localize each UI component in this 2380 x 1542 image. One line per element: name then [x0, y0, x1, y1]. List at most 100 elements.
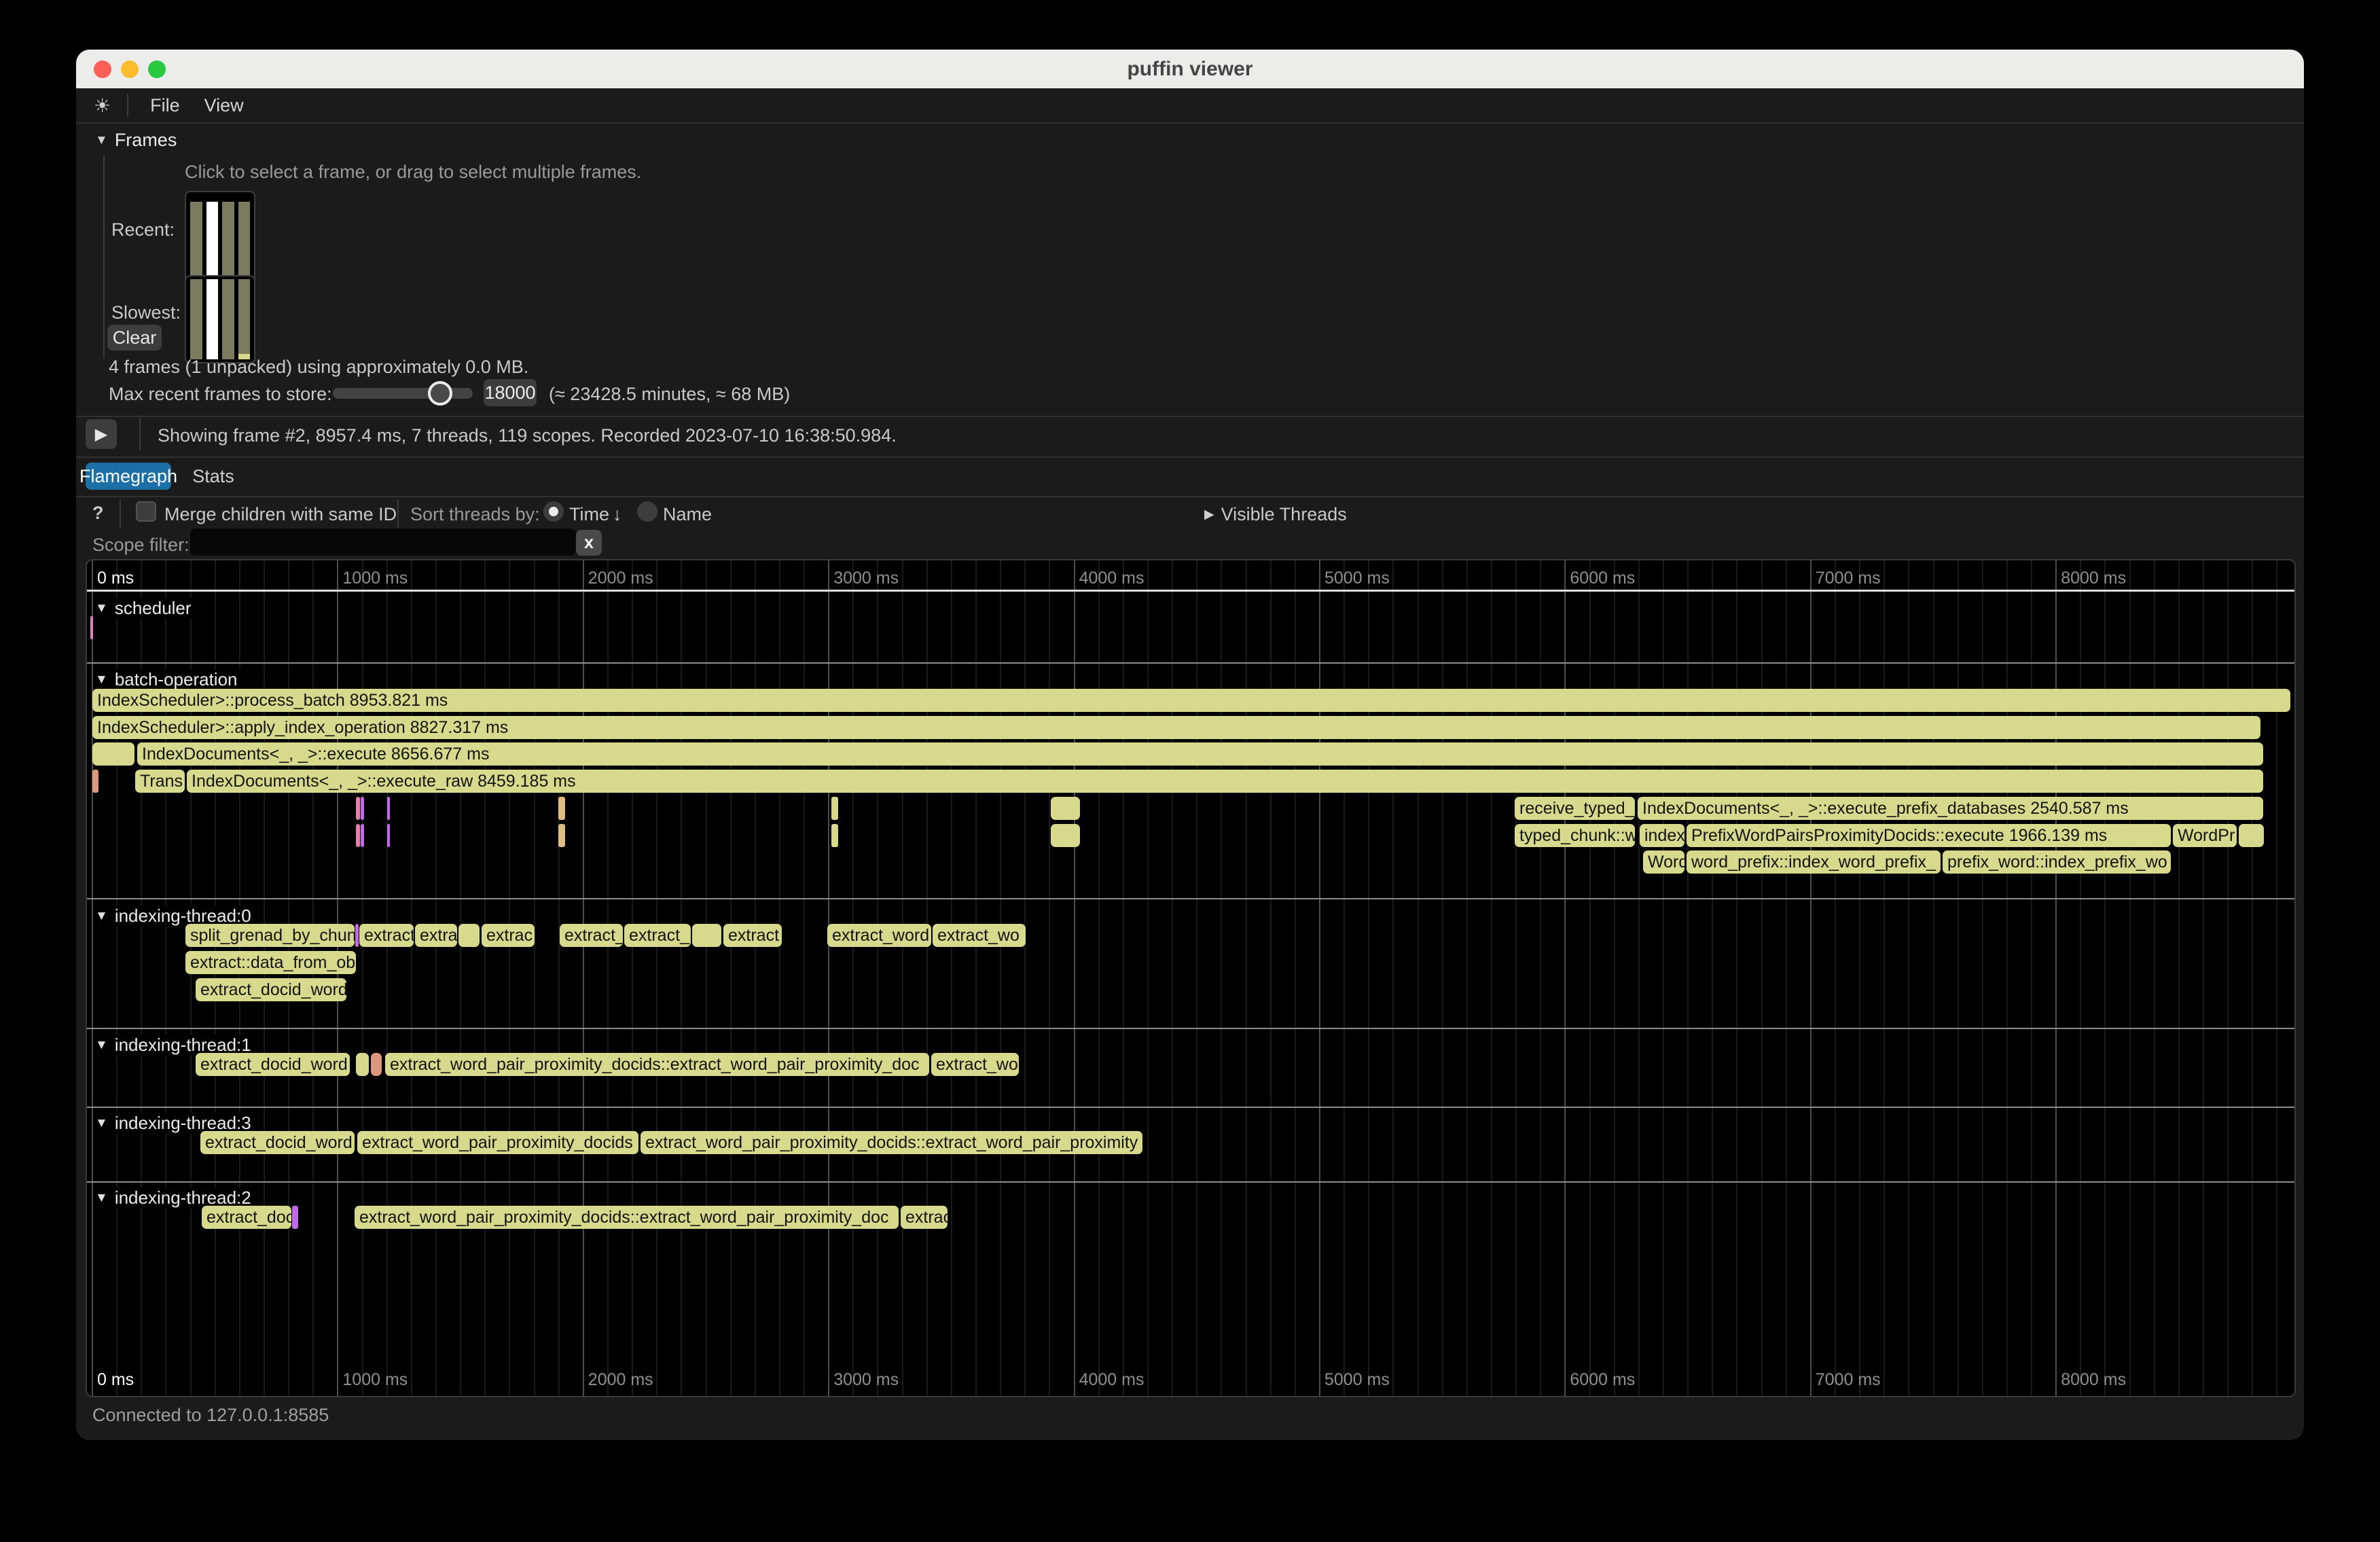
flame-bar[interactable]: typed_chunk::w	[1515, 824, 1635, 847]
flame-bar[interactable]: PrefixWordPairsProximityDocids::execute …	[1687, 824, 2171, 847]
traffic-lights	[94, 60, 166, 78]
flame-bar[interactable]: extract_word_pair_proximity_docids::extr…	[641, 1131, 1142, 1154]
tab-flamegraph[interactable]: Flamegraph	[86, 463, 171, 490]
flame-bar[interactable]	[831, 824, 838, 847]
max-frames-slider-knob[interactable]	[428, 381, 452, 406]
grid-line	[583, 560, 584, 1396]
separator	[76, 416, 2304, 417]
scope-filter-input[interactable]	[190, 528, 576, 556]
flame-bar[interactable]: WordPr	[2173, 824, 2237, 847]
frame-bar[interactable]	[238, 279, 251, 359]
flame-bar[interactable]: prefix_word::index_prefix_wo	[1943, 850, 2171, 874]
visible-threads-header[interactable]: ▶ Visible Threads	[1204, 504, 1347, 525]
grid-line	[2178, 560, 2180, 1396]
flame-bar[interactable]: extract_word	[827, 924, 931, 947]
flame-bar[interactable]	[361, 824, 364, 847]
grid-line	[1392, 560, 1394, 1396]
frame-bar[interactable]	[222, 279, 234, 359]
slowest-frames-thumbnail[interactable]	[185, 275, 255, 363]
flame-bar[interactable]: extrac	[901, 1206, 948, 1229]
flame-bar[interactable]: extract_docid_word	[200, 1131, 355, 1154]
flame-bar[interactable]	[90, 616, 93, 639]
flame-bar[interactable]	[371, 1053, 382, 1076]
frame-bar[interactable]	[190, 202, 202, 282]
flame-bar[interactable]: extract_wo	[933, 924, 1026, 947]
play-button[interactable]: ▶	[86, 419, 117, 449]
clear-frames-button[interactable]: Clear	[107, 325, 162, 351]
flame-bar[interactable]: extract_	[624, 924, 691, 947]
flame-bar[interactable]: extract_doc	[202, 1206, 291, 1229]
flame-bar[interactable]	[692, 924, 721, 947]
flame-bar[interactable]: Trans	[135, 770, 185, 793]
max-frames-value[interactable]: 18000	[484, 379, 537, 406]
axis-tick-label: 8000 ms	[2061, 1370, 2126, 1390]
flame-bar[interactable]	[361, 797, 364, 820]
flame-bar[interactable]: extract_word_pair_proximity_docids::extr…	[385, 1053, 929, 1076]
frame-bar[interactable]	[190, 279, 202, 359]
flame-bar[interactable]: extract_	[560, 924, 623, 947]
flame-bar[interactable]	[292, 1206, 298, 1229]
flamegraph-panel[interactable]: 0 ms0 ms1000 ms1000 ms2000 ms2000 ms3000…	[86, 559, 2296, 1397]
maximize-window-button[interactable]	[148, 60, 166, 78]
flame-bar[interactable]	[1051, 824, 1080, 847]
sort-direction-arrow-icon[interactable]: ↓	[613, 504, 622, 525]
frame-bar-selected[interactable]	[206, 202, 219, 282]
clear-filter-button[interactable]: x	[576, 530, 602, 556]
flame-bar[interactable]: extract	[359, 924, 414, 947]
flame-bar[interactable]: IndexDocuments<_, _>::execute_prefix_dat…	[1638, 797, 2263, 820]
grid-line	[2031, 560, 2032, 1396]
flame-bar[interactable]	[356, 1053, 369, 1076]
flame-bar[interactable]: index	[1640, 824, 1684, 847]
flame-bar[interactable]: split_grenad_by_chun	[185, 924, 355, 947]
close-window-button[interactable]	[94, 60, 111, 78]
flame-bar[interactable]: extra	[415, 924, 457, 947]
flame-bar[interactable]: IndexScheduler>::process_batch 8953.821 …	[92, 689, 2290, 712]
flame-bar[interactable]	[558, 797, 565, 820]
frames-section-header[interactable]: ▼ Frames	[95, 130, 177, 151]
flame-bar[interactable]: extract_docid_word	[196, 1053, 350, 1076]
flame-bar[interactable]: extract_docid_word	[196, 978, 346, 1001]
flame-bar[interactable]	[355, 924, 359, 947]
flame-bar[interactable]: extrac	[482, 924, 535, 947]
flame-bar[interactable]: IndexDocuments<_, _>::execute_raw 8459.1…	[187, 770, 2263, 793]
minimize-window-button[interactable]	[121, 60, 139, 78]
sort-name-radio[interactable]	[637, 501, 657, 522]
grid-line	[1540, 560, 1541, 1396]
merge-children-checkbox[interactable]	[136, 501, 156, 522]
flame-bar[interactable]	[92, 770, 98, 793]
frame-bar[interactable]	[238, 202, 251, 282]
frame-bar[interactable]	[222, 202, 234, 282]
flame-bar[interactable]: extract_wo	[931, 1053, 1019, 1076]
flame-bar[interactable]: IndexScheduler>::apply_index_operation 8…	[92, 716, 2260, 739]
theme-sun-icon[interactable]: ☀	[94, 94, 111, 117]
grid-line	[1147, 560, 1149, 1396]
grid-line	[1491, 560, 1492, 1396]
flame-bar[interactable]: extract_word_pair_proximity_docids::extr…	[355, 1206, 899, 1229]
flame-bar[interactable]	[458, 924, 480, 947]
flame-bar[interactable]: extract::data_from_ob	[185, 951, 356, 974]
flame-bar[interactable]	[387, 824, 390, 847]
flame-bar[interactable]	[2239, 824, 2264, 847]
flame-bar[interactable]: Word	[1643, 850, 1684, 874]
flame-bar[interactable]	[356, 797, 360, 820]
flame-bar[interactable]	[356, 824, 360, 847]
frame-bar-selected[interactable]	[206, 279, 219, 359]
menu-file[interactable]: File	[138, 95, 192, 116]
flame-bar[interactable]	[558, 824, 565, 847]
flame-bar[interactable]	[92, 742, 134, 766]
thread-section-header[interactable]: ▼scheduler	[95, 598, 201, 619]
flame-bar[interactable]	[1051, 797, 1080, 820]
flame-bar[interactable]: receive_typed_	[1515, 797, 1635, 820]
tab-stats[interactable]: Stats	[186, 463, 240, 490]
flame-bar[interactable]: extract	[723, 924, 782, 947]
help-button[interactable]: ?	[92, 503, 104, 524]
flame-bar[interactable]: IndexDocuments<_, _>::execute 8656.677 m…	[137, 742, 2263, 766]
menu-view[interactable]: View	[192, 95, 256, 116]
flame-bar[interactable]	[831, 797, 838, 820]
flame-bar[interactable]	[387, 797, 390, 820]
sort-time-radio[interactable]	[543, 501, 564, 522]
thread-section-header[interactable]: ▼batch-operation	[95, 669, 247, 690]
flame-bar[interactable]: extract_word_pair_proximity_docids	[357, 1131, 638, 1154]
grid-line	[2055, 560, 2057, 1396]
flame-bar[interactable]: word_prefix::index_word_prefix_	[1687, 850, 1941, 874]
